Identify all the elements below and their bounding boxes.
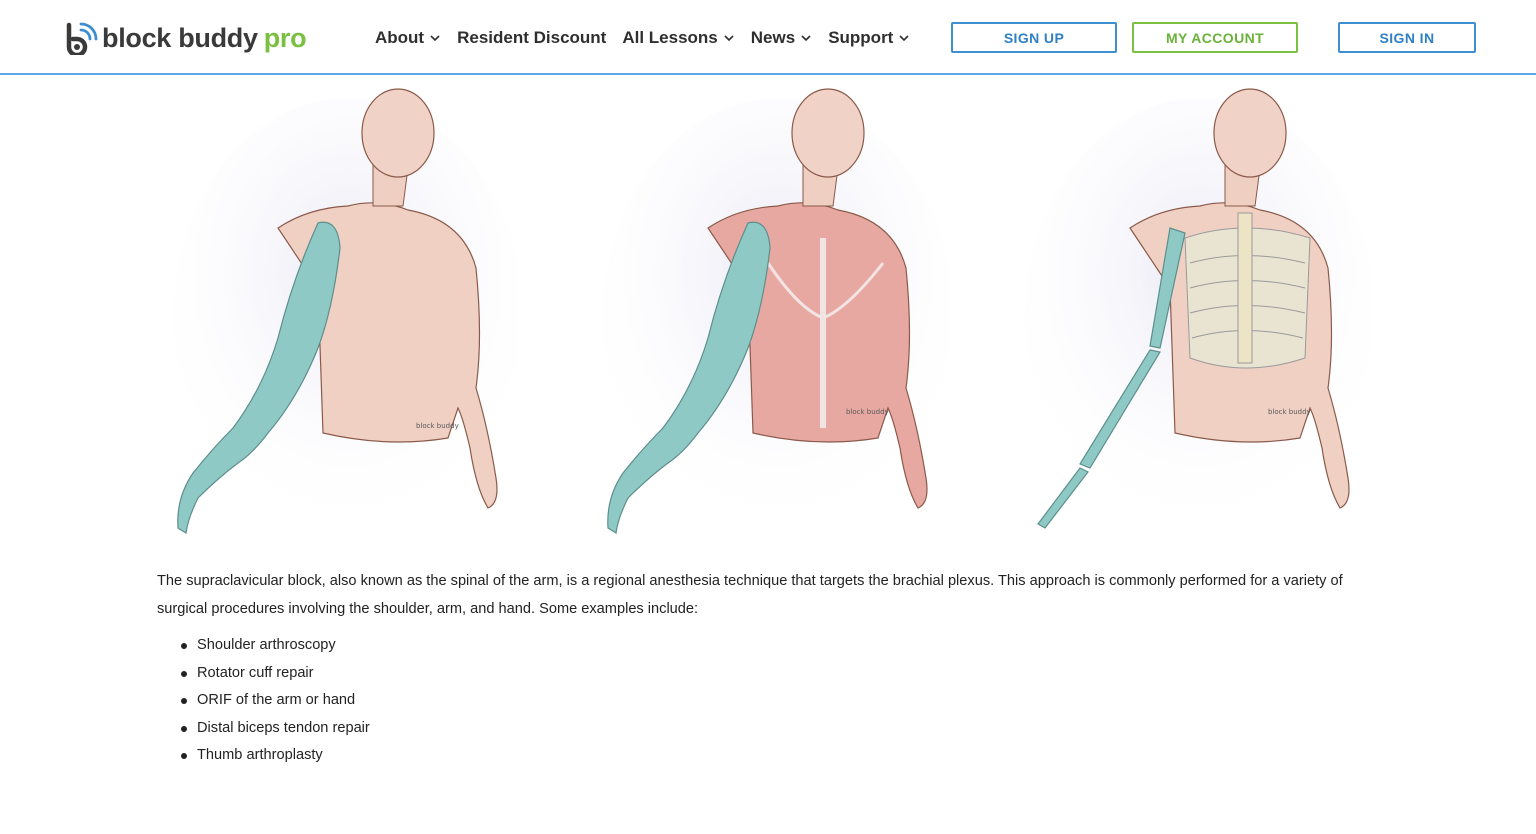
nav-label: Resident Discount [457, 28, 607, 47]
chevron-down-icon [430, 35, 440, 42]
logo-suffix: pro [263, 22, 307, 53]
dermatome-illustration: block buddy [158, 88, 523, 543]
nav-item-resident-discount[interactable]: Resident Discount [457, 28, 606, 48]
artist-signature: block buddy [846, 408, 889, 416]
list-item: ORIF of the arm or hand [181, 687, 370, 715]
nav-label: All Lessons [622, 28, 718, 47]
nav-label: About [375, 28, 425, 47]
intro-paragraph: The supraclavicular block, also known as… [157, 573, 1343, 617]
chevron-down-icon [801, 35, 811, 42]
artist-signature: block buddy [416, 422, 459, 430]
nav-label: Support [828, 28, 894, 47]
my-account-button[interactable]: MY ACCOUNT [1132, 22, 1298, 53]
sign-up-button[interactable]: SIGN UP [951, 22, 1117, 53]
list-item: Distal biceps tendon repair [181, 715, 370, 743]
nav-item-about[interactable]: About [375, 28, 441, 48]
list-item: Shoulder arthroscopy [181, 632, 370, 660]
nav-item-news[interactable]: News [751, 28, 812, 48]
examples-list: Shoulder arthroscopy Rotator cuff repair… [181, 632, 370, 770]
sign-in-button[interactable]: SIGN IN [1338, 22, 1476, 53]
nav-item-support[interactable]: Support [828, 28, 910, 48]
chevron-down-icon [724, 35, 734, 42]
osteotome-illustration: block buddy [1010, 88, 1375, 543]
logo-icon [64, 21, 98, 58]
nav-item-all-lessons[interactable]: All Lessons [622, 28, 734, 48]
nav-label: News [750, 28, 796, 47]
list-item: Thumb arthroplasty [181, 742, 370, 770]
artist-signature: block buddy [1268, 408, 1311, 416]
logo-name: block buddy [102, 22, 258, 53]
chevron-down-icon [899, 35, 909, 42]
site-header: block buddy pro About Resident Discount A… [0, 0, 1536, 75]
list-item: Rotator cuff repair [181, 660, 370, 688]
main-nav: About Resident Discount All Lessons News… [375, 24, 926, 52]
logo[interactable]: block buddy pro [64, 20, 307, 58]
myotome-illustration: block buddy [588, 88, 953, 543]
